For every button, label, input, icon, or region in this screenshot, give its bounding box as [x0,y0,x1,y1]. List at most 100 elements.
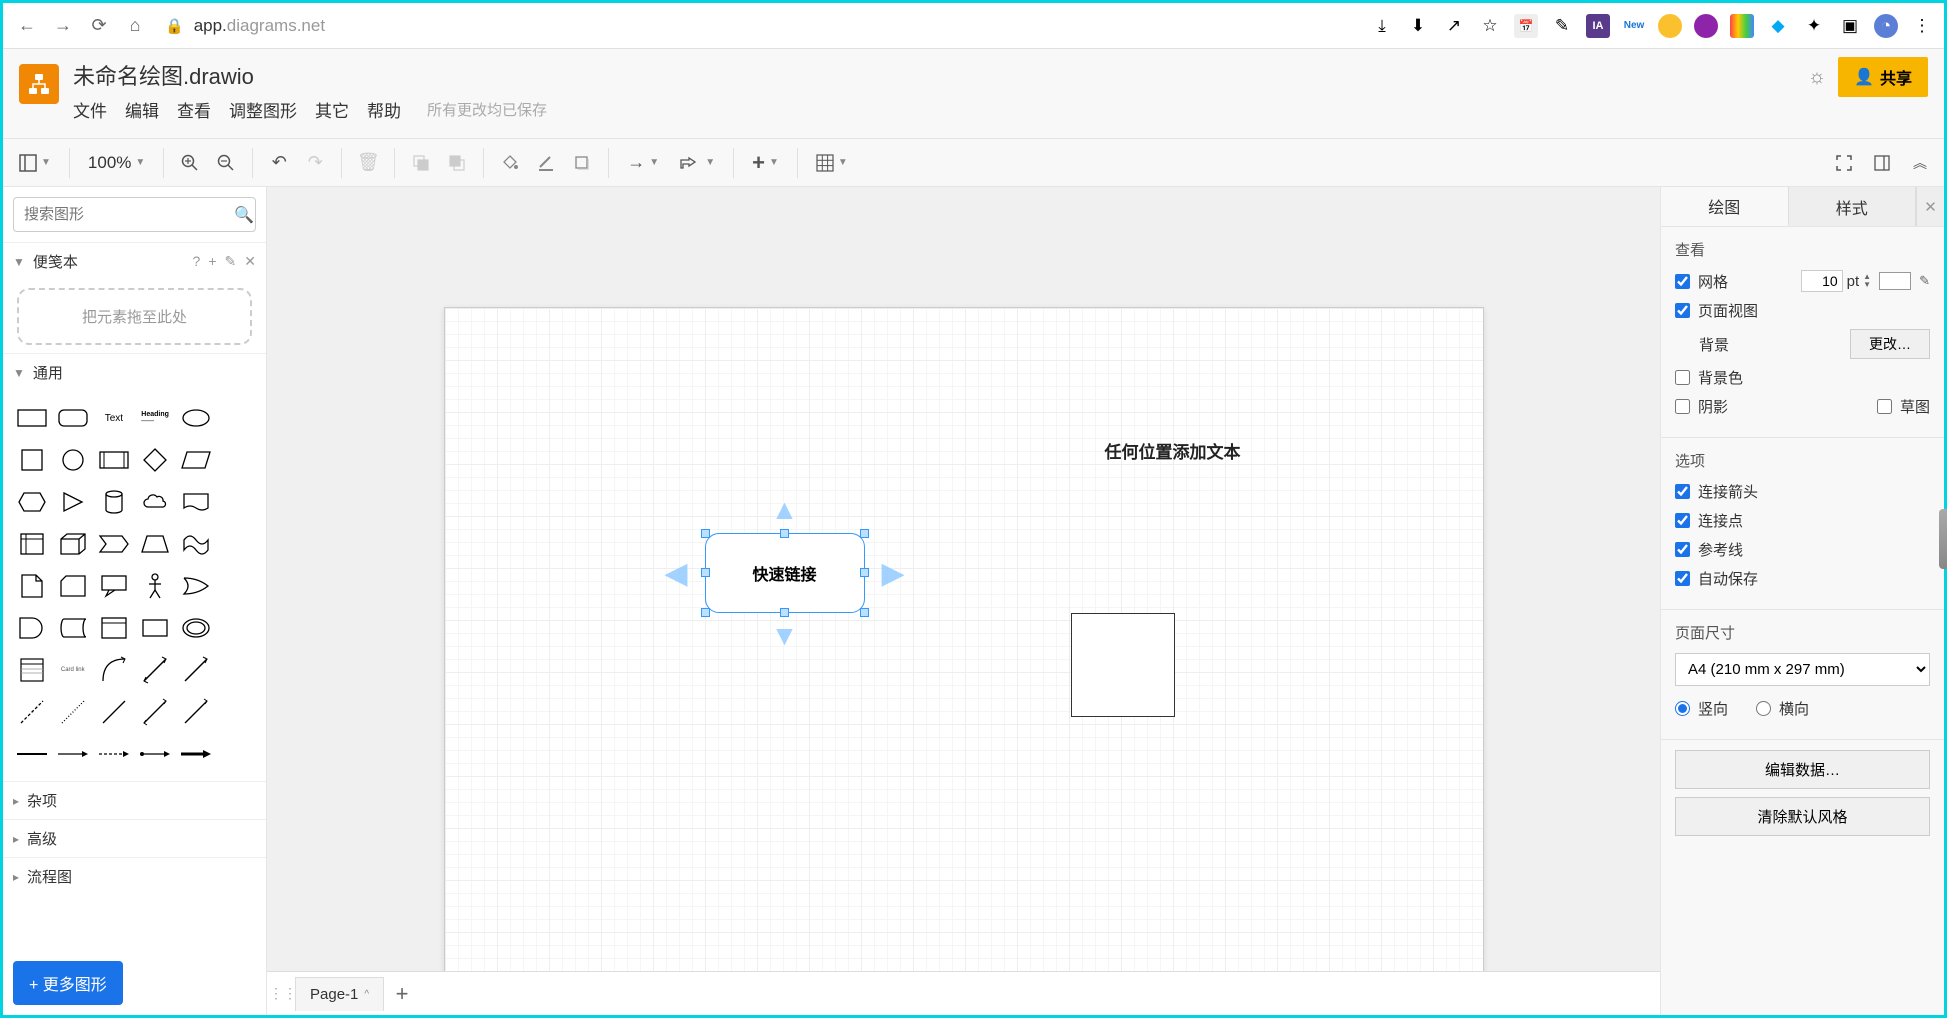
shape-line[interactable] [95,693,132,731]
delete-button[interactable]: 🗑 [352,147,384,179]
conn-arrows-checkbox[interactable] [1675,484,1690,499]
ext-purple-icon[interactable] [1694,14,1718,38]
guides-row[interactable]: 参考线 [1675,539,1743,560]
shape-cube[interactable] [54,525,91,563]
ext-panel-icon[interactable]: ▣ [1838,14,1862,38]
menu-extras[interactable]: 其它 [315,97,349,122]
ext-sync-icon[interactable] [1658,14,1682,38]
shape-container[interactable] [95,609,132,647]
shape-process[interactable] [95,441,132,479]
page-tab-1[interactable]: Page-1^ [295,977,384,1011]
sketch-checkbox-row[interactable]: 草图 [1877,396,1930,417]
scratchpad-help-icon[interactable]: ? [193,253,201,270]
zoom-out-button[interactable] [210,147,242,179]
nav-reload-button[interactable]: ⟳ [85,12,113,40]
share-button[interactable]: 👤 共享 [1838,57,1928,97]
ext-calendar-icon[interactable]: 📅 [1514,14,1538,38]
shape-and[interactable] [13,609,50,647]
shape-hexagon[interactable] [13,483,50,521]
shape-actor[interactable] [137,567,174,605]
install-icon[interactable]: ⤓ [1370,14,1394,38]
shape-arrow[interactable] [178,651,215,689]
appearance-toggle-icon[interactable]: ☼ [1808,66,1826,89]
bgcolor-checkbox[interactable] [1675,370,1690,385]
clear-style-button[interactable]: 清除默认风格 [1675,797,1930,836]
shape-internal-storage[interactable] [13,525,50,563]
landscape-radio[interactable] [1756,701,1771,716]
connect-arrow-up-icon[interactable]: ▲ [771,494,799,526]
ext-new-icon[interactable]: New [1622,14,1646,38]
shape-conn-2[interactable] [54,735,91,773]
resize-handle[interactable] [860,568,869,577]
canvas-page[interactable]: 任何位置添加文本 快速链接 ▲ ▼ ◀ ▶ [444,307,1484,971]
fullscreen-button[interactable] [1828,147,1860,179]
shadow-checkbox[interactable] [1675,399,1690,414]
nav-home-button[interactable]: ⌂ [121,12,149,40]
grid-size-input[interactable] [1801,270,1843,292]
shadow-button[interactable] [566,147,598,179]
shape-list[interactable] [13,651,50,689]
portrait-radio[interactable] [1675,701,1690,716]
resize-handle[interactable] [860,608,869,617]
undo-button[interactable]: ↶ [263,147,295,179]
tab-style[interactable]: 样式 [1789,187,1917,226]
pageview-checkbox-row[interactable]: 页面视图 [1675,300,1758,321]
view-mode-button[interactable]: ▼ [11,147,59,179]
nav-back-button[interactable]: ← [13,12,41,40]
flowchart-header[interactable]: ▸流程图 [3,858,266,895]
resize-handle[interactable] [701,568,710,577]
shape-or[interactable] [178,567,215,605]
resize-handle[interactable] [780,608,789,617]
menu-help[interactable]: 帮助 [367,97,401,122]
shape-datastore[interactable] [54,609,91,647]
shape-circle[interactable] [54,441,91,479]
profile-avatar-icon[interactable]: ◔ [1874,14,1898,38]
shape-parallelogram[interactable] [178,441,215,479]
shape-triangle[interactable] [54,483,91,521]
shape-text[interactable]: Text [95,399,132,437]
misc-header[interactable]: ▸杂项 [3,782,266,819]
shape-step[interactable] [95,525,132,563]
shape-rect-small[interactable] [137,609,174,647]
shape-conn-5[interactable] [178,735,215,773]
change-background-button[interactable]: 更改… [1850,329,1930,359]
shape-note[interactable] [13,567,50,605]
resize-handle[interactable] [780,529,789,538]
shape-tape[interactable] [178,525,215,563]
landscape-radio-row[interactable]: 横向 [1756,698,1809,719]
shape-conn-4[interactable] [137,735,174,773]
shape-square[interactable] [13,441,50,479]
shape-cylinder[interactable] [95,483,132,521]
shape-cloud[interactable] [137,483,174,521]
table-button[interactable]: ▼ [808,147,856,179]
url-bar[interactable]: 🔒 app.diagrams.net [157,16,1362,36]
edit-data-button[interactable]: 编辑数据… [1675,750,1930,789]
download-icon[interactable]: ⬇ [1406,14,1430,38]
shape-heading[interactable]: Heading━━━ [137,399,174,437]
document-title[interactable]: 未命名绘图.drawio [73,59,547,91]
shape-card[interactable] [54,567,91,605]
conn-points-row[interactable]: 连接点 [1675,510,1743,531]
shape-arrow-thin[interactable] [178,693,215,731]
fill-color-button[interactable] [494,147,526,179]
line-color-button[interactable] [530,147,562,179]
ext-puzzle-icon[interactable]: ✦ [1802,14,1826,38]
nav-forward-button[interactable]: → [49,12,77,40]
menu-arrange[interactable]: 调整图形 [229,97,297,122]
to-front-button[interactable] [405,147,437,179]
more-shapes-button[interactable]: + 更多图形 [13,961,123,1005]
right-sidebar-resize-handle[interactable] [1939,509,1947,569]
scratchpad-close-icon[interactable]: ✕ [244,253,256,270]
scratchpad-add-icon[interactable]: + [208,253,216,270]
scratchpad-edit-icon[interactable]: ✎ [225,253,237,270]
grid-checkbox-row[interactable]: 网格 [1675,271,1728,292]
shape-document[interactable] [178,483,215,521]
tabs-drag-handle-icon[interactable]: ⋮⋮ [275,985,291,1002]
ext-pal-icon[interactable] [1730,14,1754,38]
shape-dashed-line[interactable] [13,693,50,731]
share-icon[interactable]: ↗ [1442,14,1466,38]
portrait-radio-row[interactable]: 竖向 [1675,698,1728,719]
shape-conn-3[interactable] [95,735,132,773]
redo-button[interactable]: ↷ [299,147,331,179]
connection-button[interactable]: →▼ [619,147,667,179]
